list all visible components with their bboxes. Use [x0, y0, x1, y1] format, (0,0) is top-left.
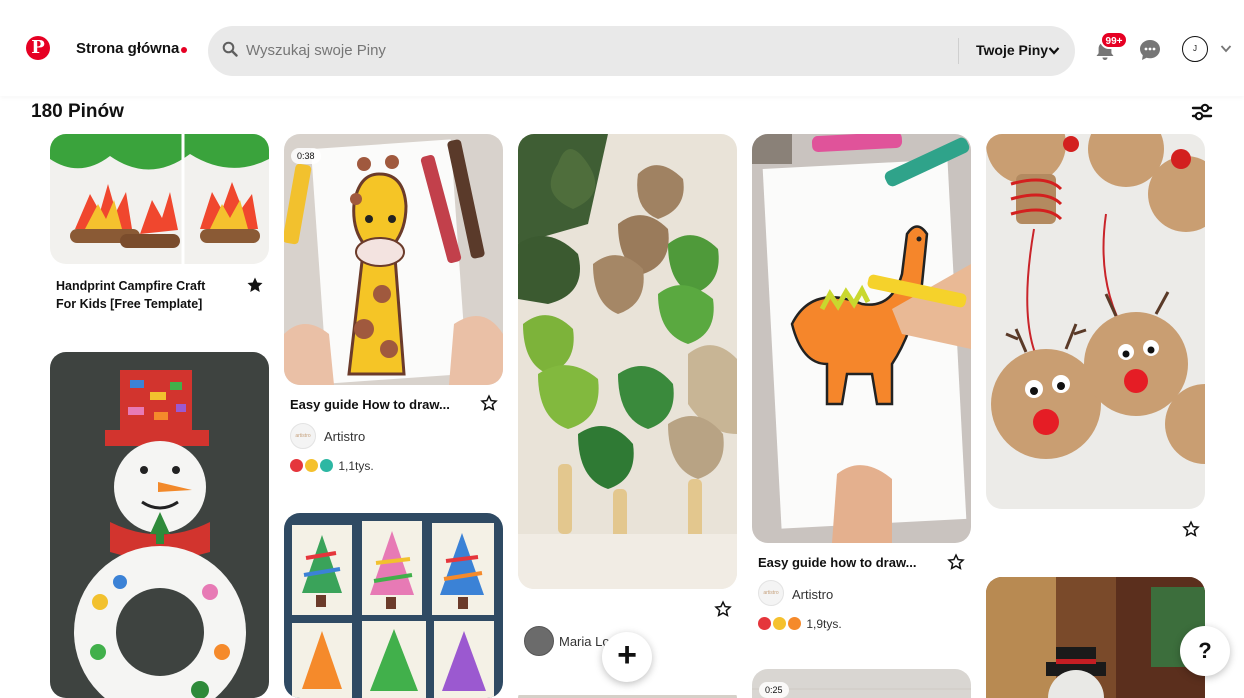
wow-reaction-icon — [773, 617, 786, 630]
idea-reaction-icon — [320, 459, 333, 472]
creator-name[interactable]: Artistro — [324, 429, 365, 444]
pin-image-partial[interactable] — [518, 690, 737, 698]
notification-badge: 99+ — [1100, 31, 1128, 49]
saved-star-icon[interactable] — [246, 276, 264, 294]
pin-image-campfire[interactable] — [50, 134, 269, 264]
search-icon — [222, 41, 238, 57]
home-unread-dot — [181, 47, 187, 53]
reaction-count: 1,9tys. — [758, 617, 842, 631]
haha-reaction-icon — [788, 617, 801, 630]
pin-count: 180 Pinów — [31, 101, 124, 122]
search-divider — [958, 38, 959, 64]
pin-image-snowman-wreath[interactable] — [50, 352, 269, 698]
filter-icon[interactable] — [1191, 101, 1213, 123]
pin-image-snowman-door[interactable] — [986, 577, 1205, 698]
creator-name[interactable]: Maria Lo — [559, 634, 610, 649]
pin-image-rainbow-trees[interactable] — [284, 513, 503, 698]
pin-image-felt-trees[interactable] — [518, 134, 737, 589]
search-input[interactable] — [246, 39, 846, 61]
add-pin-button[interactable]: + — [602, 632, 652, 682]
star-icon[interactable] — [480, 394, 498, 412]
pin-image-reindeer-ornaments[interactable] — [986, 134, 1205, 509]
home-link[interactable]: Strona główna — [76, 40, 179, 57]
reaction-count: 1,1tys. — [290, 459, 374, 473]
star-icon[interactable] — [1182, 520, 1200, 538]
video-duration-badge: 0:38 — [291, 148, 321, 164]
heart-reaction-icon — [290, 459, 303, 472]
chevron-down-icon[interactable] — [1048, 46, 1060, 56]
creator-avatar[interactable]: artistro — [290, 423, 316, 449]
pin-title-campfire-line2[interactable]: For Kids [Free Template] — [56, 296, 202, 313]
avatar[interactable]: J — [1182, 36, 1208, 62]
creator-avatar[interactable]: artistro — [758, 580, 784, 606]
help-button[interactable]: ? — [1180, 626, 1230, 676]
pin-title-dinosaur[interactable]: Easy guide how to draw... — [758, 554, 916, 571]
my-pins-dropdown[interactable]: Twoje Piny — [976, 42, 1048, 58]
top-header: P Strona główna Twoje Piny 99+ J — [0, 0, 1244, 96]
wow-reaction-icon — [305, 459, 318, 472]
creator-avatar[interactable] — [524, 626, 554, 656]
pin-title-campfire-line1[interactable]: Handprint Campfire Craft — [56, 278, 205, 295]
video-duration-badge: 0:25 — [759, 682, 789, 698]
pin-title-giraffe[interactable]: Easy guide How to draw... — [290, 396, 450, 413]
star-icon[interactable] — [947, 553, 965, 571]
message-icon[interactable] — [1138, 38, 1162, 62]
star-icon[interactable] — [714, 600, 732, 618]
pin-image-giraffe[interactable] — [284, 134, 503, 385]
reaction-count-value: 1,9tys. — [806, 617, 842, 631]
creator-name[interactable]: Artistro — [792, 587, 833, 602]
account-chevron-down-icon[interactable] — [1220, 44, 1232, 54]
heart-reaction-icon — [758, 617, 771, 630]
pinterest-logo-icon[interactable]: P — [26, 36, 50, 60]
pin-image-dinosaur[interactable] — [752, 134, 971, 543]
reaction-count-value: 1,1tys. — [338, 459, 374, 473]
